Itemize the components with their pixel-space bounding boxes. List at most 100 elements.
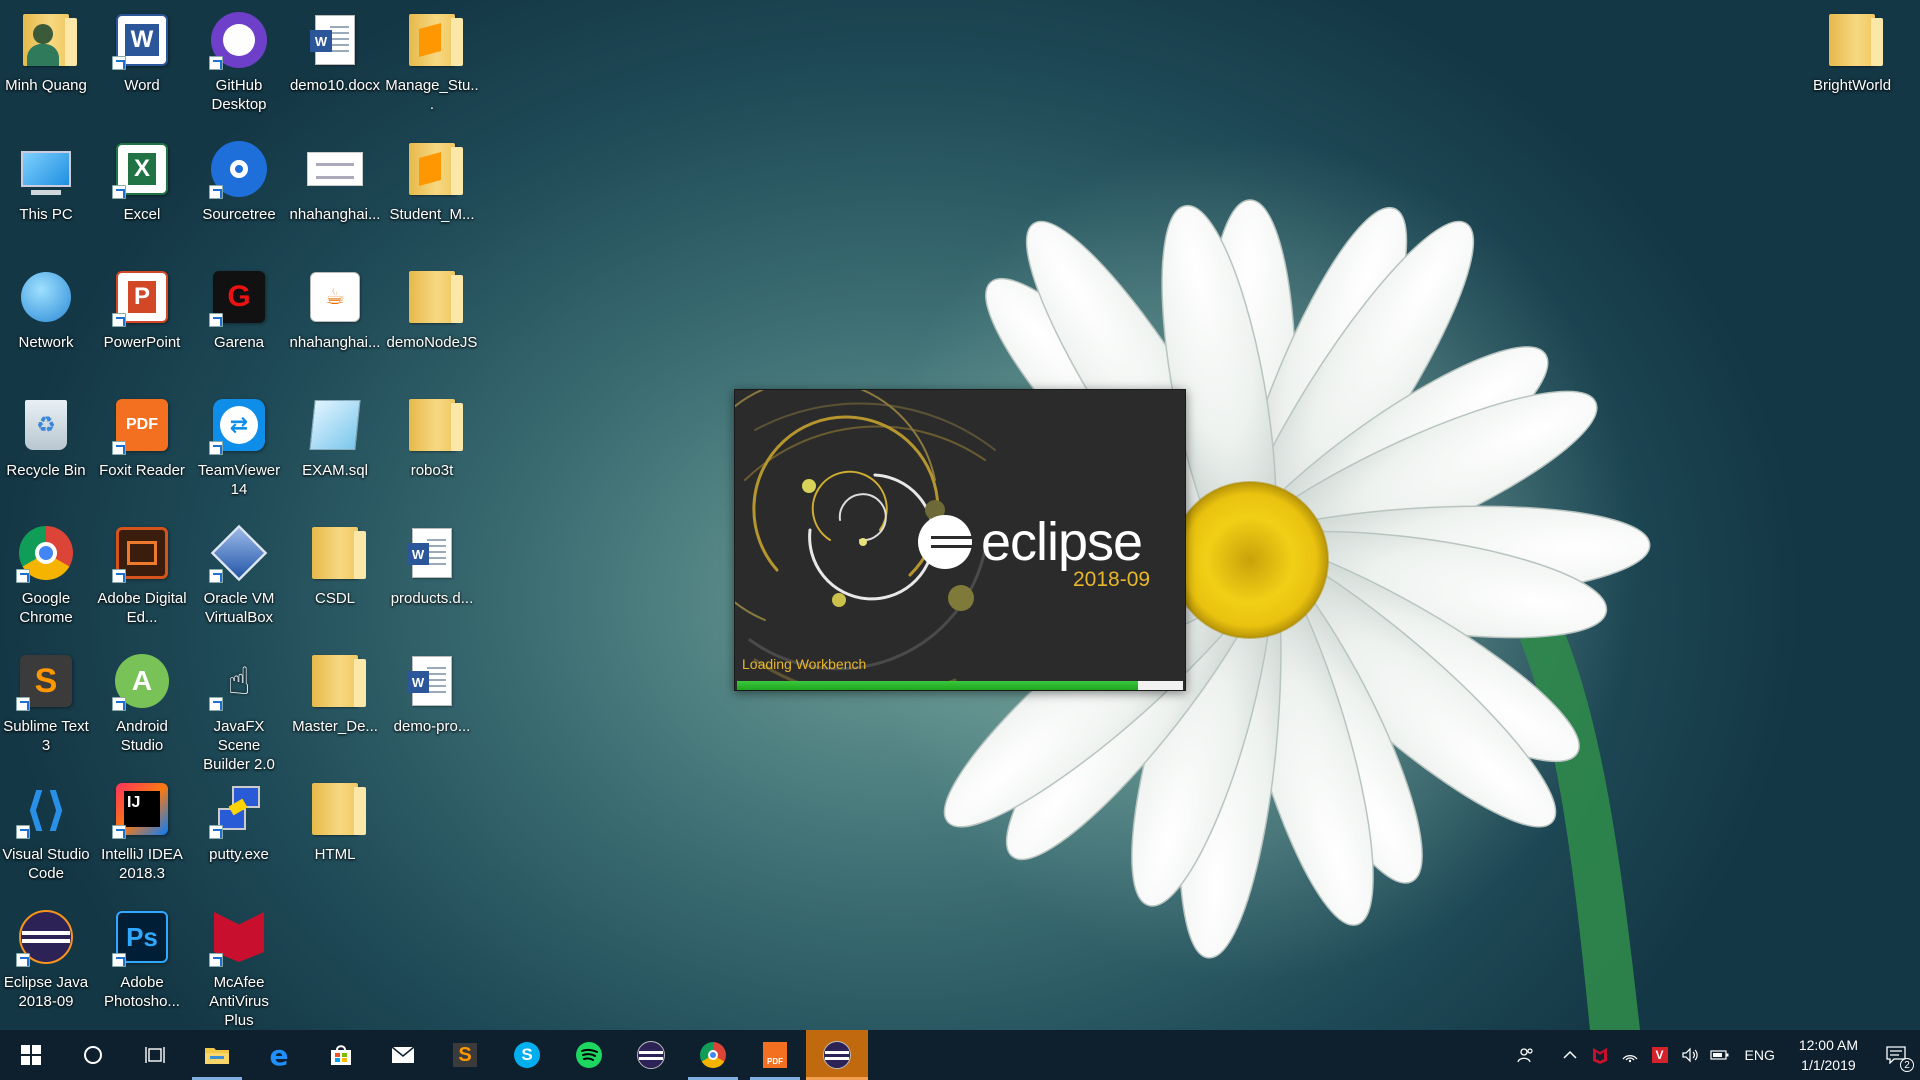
task-view-button[interactable]	[124, 1030, 186, 1080]
antivirus-v-tray-icon[interactable]: V	[1645, 1030, 1675, 1080]
sublime-button[interactable]: S	[434, 1030, 496, 1080]
chrome-button[interactable]	[682, 1030, 744, 1080]
desktop-icon[interactable]: Google Chrome	[0, 521, 92, 627]
desktop-icon[interactable]: Wdemo-pro...	[386, 649, 478, 736]
edge-icon: e	[269, 1038, 289, 1072]
scene-builder-icon: ☝	[207, 649, 271, 713]
shortcut-arrow-icon	[209, 697, 223, 711]
powerpoint-icon: P	[110, 265, 174, 329]
desktop-icon[interactable]: putty.exe	[193, 777, 285, 864]
file-explorer-button[interactable]	[186, 1030, 248, 1080]
adobe-digital-editions-icon	[110, 521, 174, 585]
shortcut-arrow-icon	[112, 569, 126, 583]
desktop-icon[interactable]: IJ IntelliJ IDEA 2018.3	[96, 777, 188, 883]
desktop-icon[interactable]: Oracle VM VirtualBox	[193, 521, 285, 627]
taskbar: e S S PDF V ENG 12:00 AM 1/1/2019 2	[0, 1030, 1920, 1080]
clock[interactable]: 12:00 AM 1/1/2019	[1785, 1035, 1872, 1075]
desktop-icon[interactable]: S Sublime Text 3	[0, 649, 92, 755]
desktop-icon-label: McAfee AntiVirus Plus	[209, 974, 269, 1029]
folder-icon	[303, 777, 367, 841]
desktop-icon[interactable]: Ps Adobe Photosho...	[96, 905, 188, 1011]
desktop-icon[interactable]: A Android Studio	[96, 649, 188, 755]
desktop-icon[interactable]: PDF Foxit Reader	[96, 393, 188, 480]
desktop-icon[interactable]: CSDL	[289, 521, 381, 608]
desktop-icon[interactable]: ☕ nhahanghai...	[289, 265, 381, 352]
sublime-folder-icon	[400, 137, 464, 201]
desktop-icon[interactable]: Wdemo10.docx	[289, 8, 381, 95]
foxit-button[interactable]: PDF	[744, 1030, 806, 1080]
desktop-icon-label: TeamViewer 14	[197, 462, 281, 498]
spotify-button[interactable]	[558, 1030, 620, 1080]
desktop-icon[interactable]: demoNodeJS	[386, 265, 478, 352]
word-document-icon: W	[400, 649, 464, 713]
desktop-icon[interactable]: Network	[0, 265, 92, 352]
desktop-icon[interactable]: robo3t	[386, 393, 478, 480]
eclipse-running-button[interactable]	[806, 1030, 868, 1080]
desktop-icon[interactable]: This PC	[0, 137, 92, 224]
input-language[interactable]: ENG	[1735, 1047, 1785, 1063]
shortcut-arrow-icon	[16, 825, 30, 839]
desktop-icon-label: Manage_Stu...	[385, 77, 479, 113]
action-center-button[interactable]: 2	[1872, 1030, 1920, 1080]
desktop-icon[interactable]: ⇄ TeamViewer 14	[193, 393, 285, 499]
notification-count-badge: 2	[1900, 1058, 1914, 1072]
shortcut-arrow-icon	[209, 953, 223, 967]
shortcut-arrow-icon	[209, 825, 223, 839]
desktop-icon[interactable]: Sourcetree	[193, 137, 285, 224]
image-file-icon	[303, 137, 367, 201]
desktop-icon[interactable]: Manage_Stu...	[385, 8, 479, 114]
photoshop-icon: Ps	[110, 905, 174, 969]
windows-logo-icon	[21, 1045, 41, 1065]
foxit-reader-icon: PDF	[110, 393, 174, 457]
desktop-icon[interactable]: Master_De...	[289, 649, 381, 736]
desktop-icon[interactable]: BrightWorld	[1806, 8, 1898, 95]
desktop-icon-label: demo-pro...	[393, 718, 471, 735]
splash-progress-fill	[737, 681, 1139, 690]
desktop-icon[interactable]: GitHub Desktop	[193, 8, 285, 114]
desktop-icon[interactable]: Eclipse Java 2018-09	[0, 905, 92, 1011]
desktop-icon[interactable]: Minh Quang	[0, 8, 92, 95]
show-hidden-icons-chevron-up-icon[interactable]	[1555, 1030, 1585, 1080]
task-view-icon	[144, 1046, 166, 1064]
desktop-icon[interactable]: Wproducts.d...	[386, 521, 478, 608]
desktop-icon[interactable]: ⟨⟩ Visual Studio Code	[0, 777, 92, 883]
volume-icon[interactable]	[1675, 1030, 1705, 1080]
foxit-reader-icon: PDF	[763, 1042, 787, 1068]
search-circle-icon	[83, 1045, 103, 1065]
people-icon[interactable]	[1511, 1030, 1541, 1080]
desktop-icon-label: Foxit Reader	[99, 462, 185, 479]
mail-button[interactable]	[372, 1030, 434, 1080]
start-button[interactable]	[0, 1030, 62, 1080]
desktop-icon[interactable]: Adobe Digital Ed...	[96, 521, 188, 627]
desktop-icon-label: PowerPoint	[103, 334, 181, 351]
folder-icon	[400, 265, 464, 329]
desktop-icon[interactable]: McAfee AntiVirus Plus	[193, 905, 285, 1030]
store-button[interactable]	[310, 1030, 372, 1080]
wifi-icon[interactable]	[1615, 1030, 1645, 1080]
desktop-icon[interactable]: Student_M...	[386, 137, 478, 224]
desktop-icon[interactable]: X Excel	[96, 137, 188, 224]
battery-icon[interactable]	[1705, 1030, 1735, 1080]
folder-icon	[303, 649, 367, 713]
desktop-icon[interactable]: W Word	[96, 8, 188, 95]
edge-button[interactable]: e	[248, 1030, 310, 1080]
desktop-icon[interactable]: G Garena	[193, 265, 285, 352]
eclipse-pinned-button[interactable]	[620, 1030, 682, 1080]
desktop-icon[interactable]: ☝ JavaFX Scene Builder 2.0	[193, 649, 285, 774]
skype-button[interactable]: S	[496, 1030, 558, 1080]
sublime-text-icon: S	[453, 1043, 477, 1067]
desktop-icon[interactable]: EXAM.sql	[289, 393, 381, 480]
desktop-icon-label: Recycle Bin	[6, 462, 86, 479]
desktop-icon[interactable]: HTML	[289, 777, 381, 864]
desktop-icon[interactable]: ♻ Recycle Bin	[0, 393, 92, 480]
shortcut-arrow-icon	[112, 441, 126, 455]
desktop-icon-label: demoNodeJS	[386, 334, 478, 351]
word-document-icon: W	[400, 521, 464, 585]
shortcut-arrow-icon	[112, 185, 126, 199]
desktop-icon[interactable]: nhahanghai...	[289, 137, 381, 224]
cortana-button[interactable]	[62, 1030, 124, 1080]
desktop-icon[interactable]: P PowerPoint	[96, 265, 188, 352]
desktop-icon-label: EXAM.sql	[302, 462, 368, 479]
mcafee-tray-icon[interactable]	[1585, 1030, 1615, 1080]
desktop-icon-label: HTML	[314, 846, 356, 863]
